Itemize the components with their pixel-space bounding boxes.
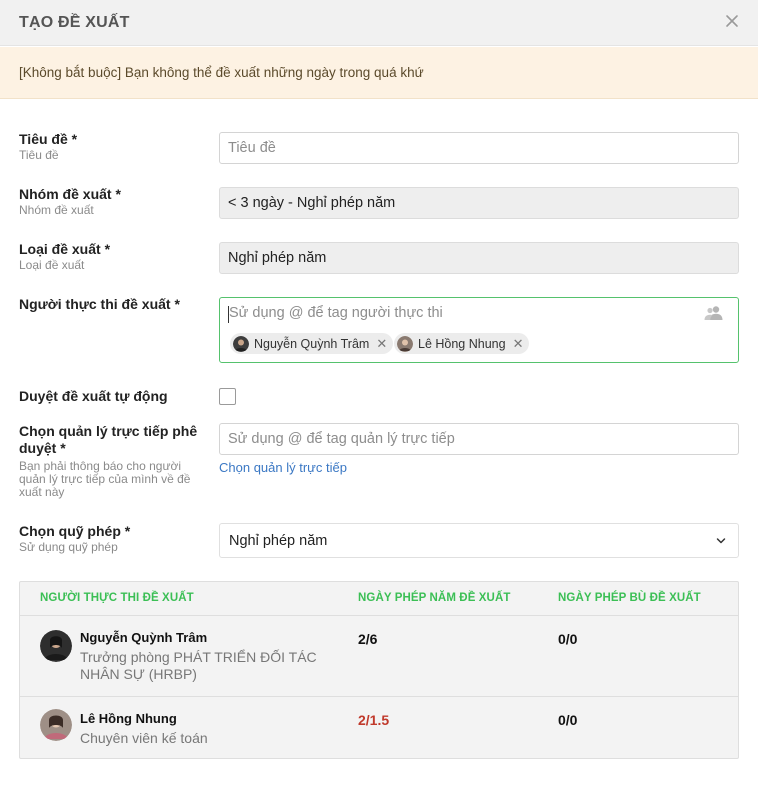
assignee-tag-input[interactable]: Sử dụng @ để tag người thực thi Nguyễn Q… — [219, 297, 739, 363]
manager-sublabel: Bạn phải thông báo cho người quản lý trự… — [19, 459, 191, 499]
users-icon[interactable] — [704, 305, 724, 321]
type-label-group: Loại đề xuất * Loại đề xuất — [19, 241, 204, 272]
assignee-tag-name: Lê Hồng Nhung — [418, 336, 506, 351]
group-sublabel: Nhóm đề xuất — [19, 203, 94, 217]
notice-banner: [Không bắt buộc] Bạn không thể đề xuất n… — [0, 47, 758, 99]
row-role: Trưởng phòng PHÁT TRIỂN ĐỐI TÁC NHÂN SỰ … — [80, 649, 317, 682]
dialog-header: TẠO ĐỀ XUẤT — [0, 0, 758, 46]
title-label: Tiêu đề * — [19, 131, 78, 147]
table-row: Nguyễn Quỳnh Trâm Trưởng phòng PHÁT TRIỂ… — [20, 615, 738, 696]
type-label: Loại đề xuất * — [19, 241, 111, 257]
group-field: < 3 ngày - Nghỉ phép năm — [219, 187, 739, 219]
assignee-tag-name: Nguyễn Quỳnh Trâm — [254, 336, 370, 351]
close-icon[interactable] — [722, 11, 742, 31]
leave-fund-label-group: Chọn quỹ phép * Sử dụng quỹ phép — [19, 523, 204, 554]
avatar — [40, 709, 72, 741]
column-header-comp-leave: NGÀY PHÉP BÙ ĐỀ XUẤT — [558, 592, 701, 604]
column-header-assignee: NGƯỜI THỰC THI ĐỀ XUẤT — [40, 592, 194, 604]
dialog-title: TẠO ĐỀ XUẤT — [19, 14, 130, 31]
leave-fund-value: Nghỉ phép năm — [229, 533, 328, 549]
chevron-down-icon — [716, 538, 726, 544]
assignee-tag: Lê Hồng Nhung ✕ — [394, 333, 530, 354]
row-name: Nguyễn Quỳnh Trâm — [80, 630, 208, 645]
remove-tag-icon[interactable]: ✕ — [376, 337, 387, 350]
select-manager-link[interactable]: Chọn quản lý trực tiếp — [219, 460, 347, 475]
title-input[interactable] — [219, 132, 739, 164]
group-label: Nhóm đề xuất * — [19, 186, 121, 202]
avatar — [40, 630, 72, 662]
assignee-placeholder: Sử dụng @ để tag người thực thi — [229, 305, 443, 321]
column-header-annual-leave: NGÀY PHÉP NĂM ĐỀ XUẤT — [358, 592, 511, 604]
row-comp-leave: 0/0 — [558, 631, 578, 647]
title-label-group: Tiêu đề * Tiêu đề — [19, 131, 204, 162]
leave-fund-sublabel: Sử dụng quỹ phép — [19, 540, 118, 554]
row-comp-leave: 0/0 — [558, 712, 578, 728]
notice-text: [Không bắt buộc] Bạn không thể đề xuất n… — [19, 65, 424, 80]
title-sublabel: Tiêu đề — [19, 148, 59, 162]
auto-approve-checkbox[interactable] — [219, 388, 236, 405]
row-name: Lê Hồng Nhung — [80, 711, 177, 726]
auto-approve-label: Duyệt đề xuất tự động — [19, 388, 168, 404]
assignee-label-group: Người thực thi đề xuất * — [19, 296, 204, 313]
remove-tag-icon[interactable]: ✕ — [513, 337, 524, 350]
group-label-group: Nhóm đề xuất * Nhóm đề xuất — [19, 186, 204, 217]
assignee-table: NGƯỜI THỰC THI ĐỀ XUẤT NGÀY PHÉP NĂM ĐỀ … — [19, 581, 739, 759]
leave-fund-select[interactable]: Nghỉ phép năm — [219, 523, 739, 558]
table-row: Lê Hồng Nhung Chuyên viên kế toán 2/1.5 … — [20, 696, 738, 759]
assignee-label: Người thực thi đề xuất * — [19, 296, 180, 312]
avatar-icon — [233, 335, 249, 352]
manager-input[interactable] — [219, 423, 739, 455]
row-annual-leave: 2/6 — [358, 631, 378, 647]
leave-fund-label: Chọn quỹ phép * — [19, 523, 131, 539]
type-field: Nghỉ phép năm — [219, 242, 739, 274]
assignee-tag: Nguyễn Quỳnh Trâm ✕ — [230, 333, 394, 354]
avatar-icon — [397, 335, 413, 352]
manager-label-group: Chọn quản lý trực tiếp phê duyệt * Bạn p… — [19, 423, 204, 499]
row-annual-leave: 2/1.5 — [358, 712, 390, 728]
auto-approve-label-group: Duyệt đề xuất tự động — [19, 388, 204, 405]
manager-label: Chọn quản lý trực tiếp phê duyệt * — [19, 423, 198, 456]
type-sublabel: Loại đề xuất — [19, 258, 85, 272]
row-role: Chuyên viên kế toán — [80, 730, 208, 746]
